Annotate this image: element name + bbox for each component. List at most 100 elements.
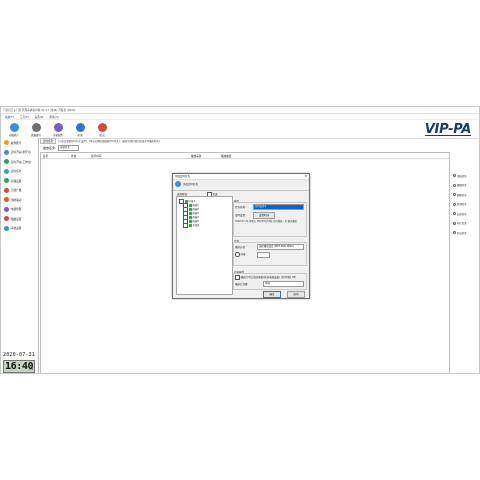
menu-help[interactable]: 帮助(H) [49,115,58,119]
sidebar-item-fire-link[interactable]: 消防联动 [1,195,38,205]
toolbar-backup-button[interactable]: 数据备份 [27,122,45,138]
sidebar-item-playback[interactable]: 播放设置 [1,214,38,224]
source-select[interactable]: 选择播放曲目 (MP3,WAV,WMA) [257,244,304,250]
window-title: 门禁自己子门禁 管理系统客户端 V1.3.7 (版本) 开发者 (2020) [3,109,76,112]
toolbar-accounts-button[interactable]: 初始账户 [5,122,23,138]
checkbox-icon [183,223,188,228]
delete-task-button[interactable]: 删除任务 [453,190,479,200]
power-off-checkbox[interactable]: 播放完毕后关闭电源(外接电源设备) (定时(秒):45) [235,275,296,280]
power-icon [453,231,456,235]
sidebar-item-timer-off[interactable]: 定时开关(非开灯) [1,148,38,158]
copy-icon [453,202,456,206]
toolbar-label: 数据备份 [31,134,41,137]
stop-icon [453,221,456,225]
power-icon [4,206,9,212]
source-radio[interactable]: 外接 [235,252,246,257]
column-header[interactable]: 播放曲目 [221,154,231,158]
task-icon [175,181,181,187]
exit-icon [97,123,107,132]
dialog-header-text: 添加定时任务 [183,183,199,186]
toolbar-help-button[interactable]: 帮 助 [71,122,89,138]
account-icon [4,140,9,146]
volume-select[interactable]: 不调 [263,281,304,287]
time-summary: 2020-07-31 星期五 16时48分18秒 定时播放一次 循环播放 [235,220,297,223]
filter-select[interactable]: 全部任务 [58,144,80,151]
toolbar-settings-button[interactable]: 系统配置 [49,122,67,138]
sidebar-item-storage[interactable]: 存储设置 [1,176,38,186]
start-task-button[interactable]: 启动任务 [453,209,479,219]
dialog-title: 添加定时任务 [173,174,309,180]
add-task-dialog: 添加定时任务 ✕ 添加定时任务 选择区域 全选 区域 1 终端1 终端2 终端3… [172,173,310,299]
cancel-button[interactable]: 取消 [287,291,305,298]
help-icon [75,123,85,132]
tab-scheduled[interactable]: 定时任务 [40,138,57,144]
stop-task-button[interactable]: 停止任务 [453,219,479,229]
backup-icon [31,123,41,132]
calendar-icon [4,168,9,174]
fire-icon [4,197,9,203]
sidebar: 操作账号 定时开关(非开灯) 定时开关(工作时) 定时任务 存储设置 分组广播 … [1,138,39,373]
set-time-button[interactable]: 设置时间 [253,212,275,219]
clock-widget: 2020-07-31 16:40 15 [2,349,36,373]
copy-task-button[interactable]: 复制任务 [453,200,479,210]
dialog-header: 添加定时任务 [175,181,198,187]
delete-icon [453,193,456,197]
task-name-label: 任务名称: [235,206,246,209]
ok-button[interactable]: 确定 [263,291,281,298]
clock-time-display: 16:40 15 [3,360,35,373]
settings-icon [53,123,63,132]
broadcast-icon [4,187,9,193]
brand-logo: VIP-PA [424,122,471,137]
column-header[interactable]: 播放来源 [191,154,201,158]
tree-node[interactable]: 全部区 [183,223,200,228]
sidebar-item-timer-work[interactable]: 定时开关(工作时) [1,157,38,167]
radio-icon [235,252,240,257]
column-header[interactable]: 任务 [43,154,48,158]
task-name-input[interactable]: 定时任务1 [253,204,304,210]
sidebar-item-accounts[interactable]: 操作账号 [1,138,38,148]
menu-system[interactable]: 系统(F) [5,115,14,119]
edit-task-button[interactable]: 编辑任务 [453,181,479,191]
tab-hint: [可在此管理定时开关设置]，[单击右侧按钮编辑定时任务]，[选择左侧分组后修改定… [58,140,160,143]
source-extra-select[interactable] [257,252,270,258]
close-icon[interactable]: ✕ [304,174,307,179]
menu-settings[interactable]: 设置(S) [35,115,44,119]
area-tree: 区域 1 终端1 终端2 终端3 终端4 终端5 全部区 [176,196,233,295]
menu-tools[interactable]: 工具(T) [20,115,29,119]
toolbar-label: 退 出 [99,134,105,137]
right-action-panel: 添加任务 编辑任务 删除任务 复制任务 启动任务 停止任务 开启任务 [453,171,479,238]
toolbar-label: 系统配置 [53,134,63,137]
toolbar-label: 初始账户 [9,134,19,137]
terminal-icon [188,224,192,227]
play-icon [453,212,456,216]
accounts-icon [9,123,19,132]
sidebar-item-scheduled-tasks[interactable]: 定时任务 [1,167,38,177]
sidebar-item-power[interactable]: 电源管理 [1,205,38,215]
time-setting-label: 定时设置: [235,214,246,217]
edit-icon [453,183,456,187]
table-header: 任务 状态 执行时间 播放来源 播放曲目 [41,153,449,159]
checkbox-icon [235,275,240,280]
toolbar-label: 帮 助 [77,134,83,137]
clock-seconds: 15 [28,367,33,371]
timer-icon [4,149,9,155]
clock-date: 2020-07-31 [3,352,36,358]
column-header[interactable]: 执行时间 [91,154,101,158]
play-icon [4,216,9,222]
filter-label: 播放任务: [43,145,57,150]
storage-icon [4,178,9,184]
sidebar-item-group-broadcast[interactable]: 分组广播 [1,186,38,196]
timer-icon [4,159,9,165]
title-bar: 门禁自己子门禁 管理系统客户端 V1.3.7 (版本) 开发者 (2020) [1,107,479,114]
add-task-button[interactable]: 添加任务 [453,171,479,181]
column-header[interactable]: 状态 [71,154,76,158]
toolbar: 初始账户 数据备份 系统配置 帮 助 退 出 VIP-PA [1,120,479,139]
sidebar-item-system[interactable]: 系统设置 [1,224,38,234]
divider [173,190,309,191]
volume-label: 播放后音量: [235,283,249,286]
enable-task-button[interactable]: 开启任务 [453,228,479,238]
source-label: 播放方式: [235,246,246,249]
gear-icon [4,225,9,231]
toolbar-exit-button[interactable]: 退 出 [93,122,111,138]
filter-bar: 播放任务: 全部任务 [40,144,450,151]
